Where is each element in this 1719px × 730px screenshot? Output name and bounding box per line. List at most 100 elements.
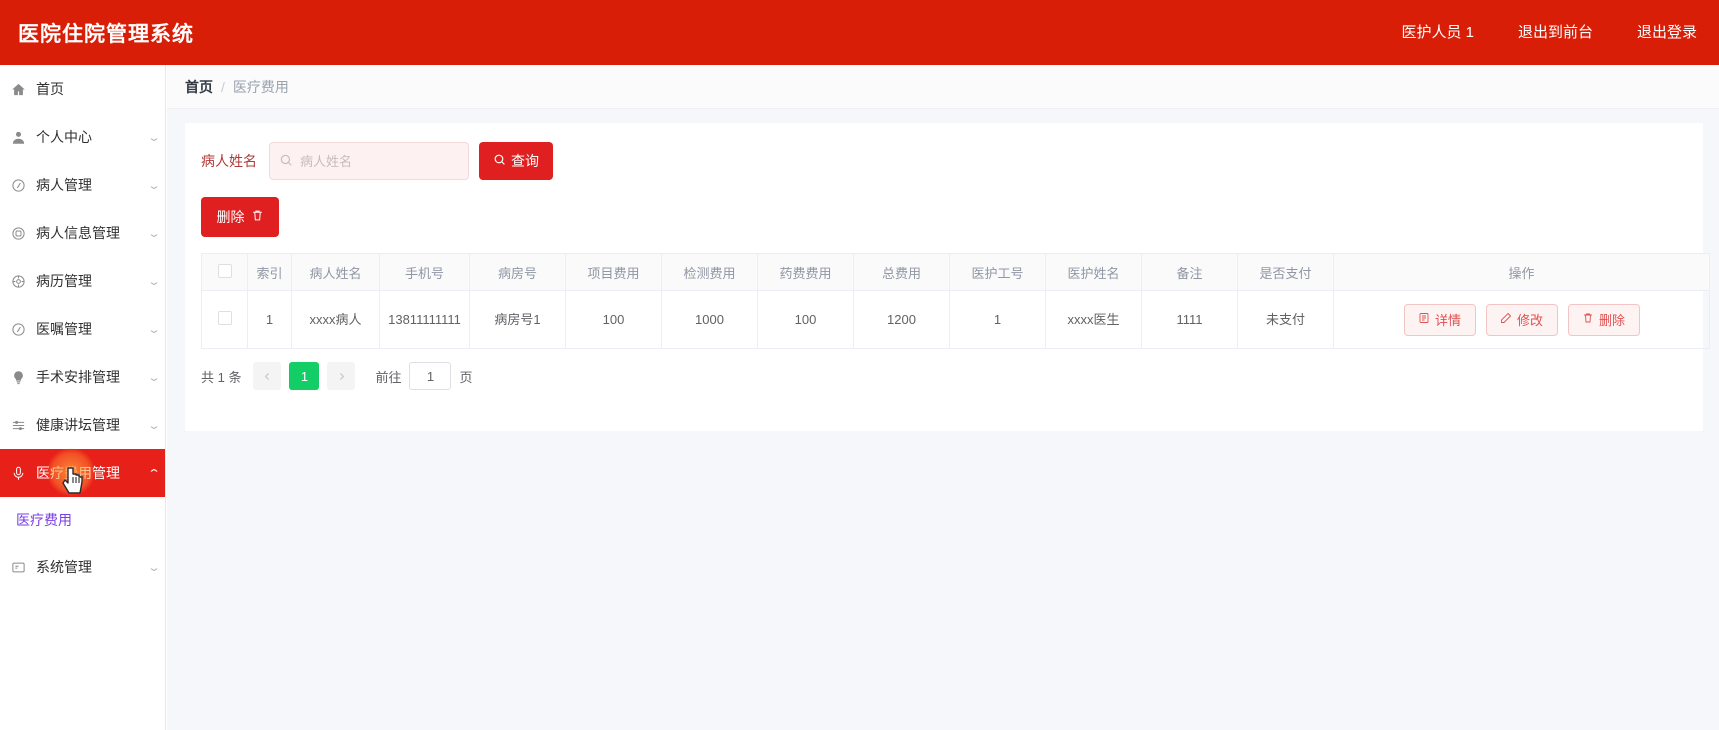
search-icon — [493, 153, 506, 169]
cell-item-fee: 100 — [565, 290, 662, 349]
sidebar-item-health-forum-management[interactable]: 健康讲坛管理 ⌄ — [0, 401, 165, 449]
chevron-down-icon: ⌄ — [147, 323, 161, 336]
sidebar-item-surgery-schedule-management[interactable]: 手术安排管理 ⌄ — [0, 353, 165, 401]
col-total-fee: 总费用 — [853, 253, 950, 291]
pagination-next-button[interactable] — [327, 362, 356, 390]
chevron-down-icon: ⌄ — [147, 227, 161, 240]
detail-icon — [1418, 312, 1430, 327]
home-icon — [6, 77, 30, 101]
col-remark: 备注 — [1141, 253, 1238, 291]
sidebar-item-medical-fee-management[interactable]: 医疗费用管理 ⌃ — [0, 449, 165, 497]
select-all-header — [201, 253, 248, 291]
search-label: 病人姓名 — [201, 153, 257, 169]
sidebar-item-label: 病人管理 — [36, 177, 92, 193]
header-links: 医护人员 1 退出到前台 退出登录 — [1379, 0, 1719, 65]
row-select-cell — [201, 290, 248, 349]
table-row: 1 xxxx病人 13811111111 病房号1 100 1000 100 1… — [201, 290, 1710, 349]
sidebar-item-label: 医嘱管理 — [36, 321, 92, 337]
cell-paid: 未支付 — [1237, 290, 1334, 349]
col-staff-id: 医护工号 — [949, 253, 1046, 291]
detail-button-label: 详情 — [1434, 313, 1461, 328]
cell-total-fee: 1200 — [853, 290, 950, 349]
sidebar-item-patient-management[interactable]: 病人管理 ⌄ — [0, 161, 165, 209]
sidebar-subitem-label: 医疗费用 — [16, 512, 72, 528]
sidebar-item-patient-info-management[interactable]: 病人信息管理 ⌄ — [0, 209, 165, 257]
cell-patient-name: xxxx病人 — [291, 290, 380, 349]
col-staff-name: 医护姓名 — [1045, 253, 1142, 291]
delete-button-label: 删除 — [1598, 313, 1625, 328]
sidebar-item-doctor-order-management[interactable]: 医嘱管理 ⌄ — [0, 305, 165, 353]
cell-test-fee: 1000 — [661, 290, 758, 349]
detail-button[interactable]: 详情 — [1403, 303, 1476, 336]
chevron-down-icon: ⌄ — [147, 561, 161, 574]
pagination-jump-prefix: 前往 — [375, 369, 402, 385]
sidebar-item-label: 病人信息管理 — [36, 225, 120, 241]
breadcrumb-home[interactable]: 首页 — [185, 77, 213, 97]
cell-staff-name: xxxx医生 — [1045, 290, 1142, 349]
chevron-down-icon: ⌄ — [147, 131, 161, 144]
trash-icon — [251, 209, 264, 225]
search-icon — [279, 153, 293, 167]
col-patient-name: 病人姓名 — [291, 253, 380, 291]
pagination-page-1[interactable]: 1 — [289, 362, 320, 390]
select-all-checkbox[interactable] — [217, 263, 232, 278]
cell-drug-fee: 100 — [757, 290, 854, 349]
sidebar-item-system-management[interactable]: 系统管理 ⌄ — [0, 543, 165, 591]
sidebar-subitem-medical-fee[interactable]: 医疗费用 — [0, 497, 165, 543]
sidebar-item-personal-center[interactable]: 个人中心 ⌄ — [0, 113, 165, 161]
bulb-icon — [6, 365, 30, 389]
search-input-wrapper — [269, 142, 469, 180]
edit-button-label: 修改 — [1516, 313, 1543, 328]
logout[interactable]: 退出登录 — [1615, 0, 1719, 65]
col-drug-fee: 药费费用 — [757, 253, 854, 291]
pagination-prev-button[interactable] — [253, 362, 282, 390]
app-title: 医院住院管理系统 — [18, 22, 194, 46]
sidebar-item-label: 首页 — [36, 81, 64, 97]
sidebar-item-home[interactable]: 首页 — [0, 65, 165, 113]
sidebar: 首页 个人中心 ⌄ 病人管理 ⌄ 病人信息管理 ⌄ 病历管理 ⌄ 医嘱管理 ⌄ … — [0, 65, 166, 730]
chevron-down-icon: ⌄ — [147, 371, 161, 384]
search-bar: 病人姓名 查询 — [201, 139, 1687, 183]
clock-icon — [6, 173, 30, 197]
current-user[interactable]: 医护人员 1 — [1379, 0, 1496, 65]
col-phone: 手机号 — [379, 253, 470, 291]
delete-button[interactable]: 删除 — [1567, 303, 1640, 336]
record-icon — [6, 221, 30, 245]
chevron-down-icon: ⌄ — [147, 275, 161, 288]
sliders-icon — [6, 413, 30, 437]
cell-index: 1 — [247, 290, 292, 349]
query-button[interactable]: 查询 — [479, 142, 553, 180]
row-checkbox[interactable] — [217, 310, 232, 325]
sidebar-item-label: 手术安排管理 — [36, 369, 120, 385]
clock-icon — [6, 317, 30, 341]
col-paid: 是否支付 — [1237, 253, 1334, 291]
col-actions: 操作 — [1333, 253, 1710, 291]
cell-phone: 13811111111 — [379, 290, 470, 349]
exit-to-frontend[interactable]: 退出到前台 — [1496, 0, 1615, 65]
chevron-up-icon: ⌃ — [147, 467, 161, 480]
app-header: 医院住院管理系统 医护人员 1 退出到前台 退出登录 — [0, 0, 1719, 65]
sidebar-item-label: 病历管理 — [36, 273, 92, 289]
breadcrumb-current: 医疗费用 — [232, 78, 289, 95]
chevron-down-icon: ⌄ — [147, 179, 161, 192]
batch-delete-button[interactable]: 删除 — [201, 197, 279, 237]
breadcrumb-separator: / — [221, 78, 225, 95]
pagination-total: 共 1 条 — [201, 369, 242, 385]
sidebar-item-label: 系统管理 — [36, 559, 92, 575]
medical-fee-table: 索引 病人姓名 手机号 病房号 项目费用 检测费用 药费费用 总费用 医护工号 … — [201, 253, 1710, 349]
col-test-fee: 检测费用 — [661, 253, 758, 291]
pagination-jump-suffix: 页 — [459, 369, 473, 385]
main-content: 首页 / 医疗费用 病人姓名 查询 删除 — [167, 65, 1719, 730]
col-item-fee: 项目费用 — [565, 253, 662, 291]
edit-button[interactable]: 修改 — [1485, 303, 1558, 336]
search-input[interactable] — [269, 142, 469, 180]
content-panel: 病人姓名 查询 删除 — [185, 123, 1710, 431]
pagination-jump-input[interactable] — [409, 362, 452, 390]
batch-delete-label: 删除 — [216, 209, 245, 225]
row-actions: 详情 修改 删除 — [1340, 303, 1703, 336]
col-index: 索引 — [247, 253, 292, 291]
chevron-down-icon: ⌄ — [147, 419, 161, 432]
sidebar-item-medical-record-management[interactable]: 病历管理 ⌄ — [0, 257, 165, 305]
trash-icon — [1582, 312, 1594, 327]
edit-icon — [1500, 312, 1512, 327]
